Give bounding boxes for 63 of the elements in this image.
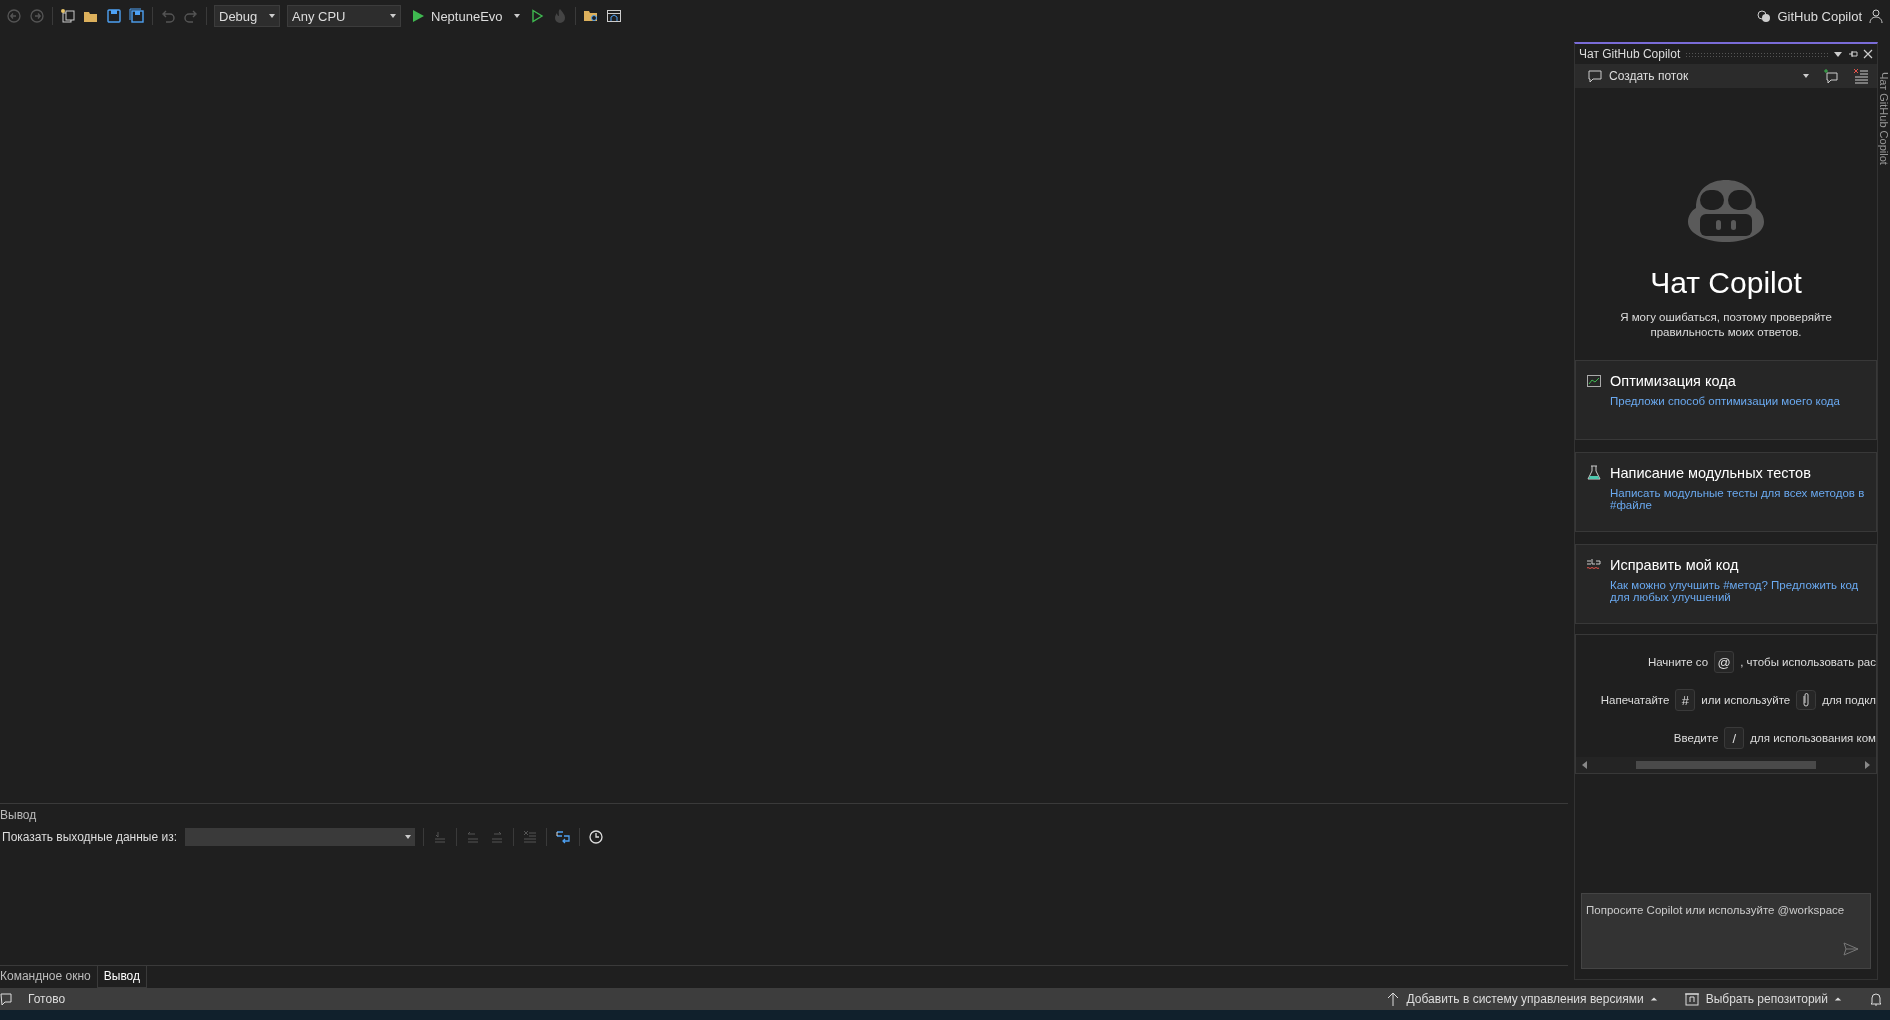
suggestion-card[interactable]: Исправить мой код Как можно улучшить #метод? Предложить код для любых улучшений bbox=[1575, 544, 1877, 624]
panel-title: Вывод bbox=[0, 807, 38, 822]
dropdown-icon[interactable] bbox=[1833, 49, 1843, 59]
platform-dropdown[interactable]: Any CPU bbox=[287, 5, 401, 27]
account-button[interactable]: GitHub Copilot bbox=[1756, 8, 1862, 24]
close-icon[interactable] bbox=[1863, 49, 1873, 59]
copilot-icon bbox=[1756, 8, 1773, 24]
key-chip: # bbox=[1675, 689, 1696, 711]
clock-icon[interactable] bbox=[588, 829, 604, 845]
suggestion-title: Оптимизация кода bbox=[1610, 373, 1737, 389]
status-text: Готово bbox=[28, 992, 66, 1006]
bell-icon[interactable] bbox=[1868, 991, 1884, 1007]
hint-text: для использования ком bbox=[1750, 732, 1876, 744]
hint-text: Начните со bbox=[1647, 656, 1709, 668]
person-icon[interactable] bbox=[1868, 8, 1884, 24]
key-chip: / bbox=[1724, 727, 1745, 749]
source-label: Показать выходные данные из: bbox=[2, 830, 177, 844]
copilot-logo-icon bbox=[1686, 178, 1766, 244]
panel-tab[interactable]: Командное окно bbox=[0, 966, 97, 988]
key-chip: @ bbox=[1714, 651, 1735, 673]
window-layout-icon[interactable] bbox=[605, 8, 622, 24]
hint-text: или используйте bbox=[1701, 694, 1791, 706]
new-thread-icon[interactable] bbox=[1823, 68, 1839, 84]
side-tab[interactable]: Чат GitHub Copilot bbox=[1878, 32, 1890, 988]
suggestion-title: Написание модульных тестов bbox=[1610, 465, 1812, 481]
disclaimer-text: Я могу ошибаться, поэтому проверяйте правильность моих ответов. bbox=[1619, 310, 1833, 340]
save-icon[interactable] bbox=[106, 8, 122, 24]
configuration-dropdown[interactable]: Debug bbox=[214, 5, 280, 27]
repository-icon bbox=[1683, 991, 1700, 1007]
new-project-icon[interactable] bbox=[60, 8, 76, 24]
chat-heading: Чат Copilot bbox=[1650, 266, 1802, 300]
horizontal-scrollbar[interactable] bbox=[1576, 757, 1876, 773]
scroll-right-icon[interactable] bbox=[1862, 760, 1872, 770]
suggestion-card[interactable]: Оптимизация кода Предложи способ оптимизации моего кода bbox=[1575, 360, 1877, 440]
pin-icon[interactable] bbox=[1848, 49, 1858, 59]
folder-search-icon[interactable] bbox=[582, 8, 599, 24]
caret-icon bbox=[1649, 995, 1658, 1003]
suggestion-prompt: Как можно улучшить #метод? Предложить код для любых улучшений bbox=[1610, 579, 1860, 603]
chat-bubble-icon bbox=[1587, 68, 1603, 84]
caret-icon bbox=[1834, 995, 1842, 1003]
save-all-icon[interactable] bbox=[129, 8, 145, 24]
suggestion-title: Исправить мой код bbox=[1610, 557, 1740, 573]
status-button[interactable]: Выбрать репозиторий bbox=[1683, 991, 1842, 1007]
word-wrap-icon[interactable] bbox=[555, 829, 571, 845]
panel-title: Чат GitHub Copilot bbox=[1579, 47, 1681, 61]
flask-icon bbox=[1586, 465, 1602, 481]
start-button[interactable]: NeptuneEvo bbox=[408, 8, 522, 24]
suggestion-prompt: Написать модульные тесты для всех методов в #файле bbox=[1610, 487, 1866, 511]
scroll-left-icon[interactable] bbox=[1580, 760, 1590, 770]
hint-text: Введите bbox=[1673, 732, 1719, 744]
chart-icon bbox=[1586, 373, 1602, 389]
clear-list-icon[interactable] bbox=[1853, 68, 1869, 84]
hint-text: , чтобы использовать рас bbox=[1740, 656, 1876, 668]
paperclip-icon bbox=[1796, 690, 1817, 710]
status-button[interactable]: Добавить в систему управления версиями bbox=[1384, 991, 1658, 1007]
panel-tab[interactable]: Вывод bbox=[96, 966, 148, 988]
play-icon bbox=[410, 8, 426, 24]
send-icon[interactable] bbox=[1843, 941, 1859, 957]
hint-text: для подкл bbox=[1822, 694, 1876, 706]
suggestion-card[interactable]: Написание модульных тестов Написать модульные тесты для всех методов в #файле bbox=[1575, 452, 1877, 532]
suggestion-prompt: Предложи способ оптимизации моего кода bbox=[1610, 395, 1840, 407]
hint-text: Напечатайте bbox=[1600, 694, 1670, 706]
chat-input-field[interactable]: Попросите Copilot или используйте @workspace bbox=[1581, 893, 1871, 969]
